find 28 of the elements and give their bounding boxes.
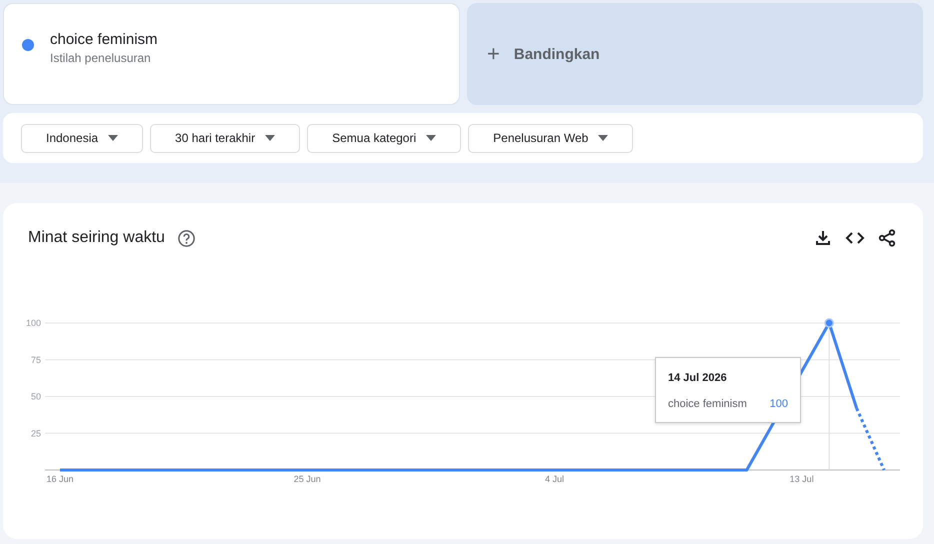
hover-point (824, 318, 834, 328)
compare-button[interactable]: + Bandingkan (467, 3, 923, 105)
filter-dropdown[interactable]: Semua kategori (307, 124, 462, 152)
y-tick-label: 25 (30, 428, 41, 438)
partial-data-line (855, 408, 886, 471)
x-tick-label: 16 Jun (46, 474, 74, 484)
search-term: choice feminism (50, 31, 158, 48)
tooltip-value: 100 (770, 398, 788, 410)
y-tick-label: 100 (26, 318, 41, 328)
caret-icon (598, 135, 608, 141)
search-term-subtitle: Istilah penelusuran (50, 51, 152, 65)
y-tick-label: 75 (30, 354, 41, 365)
filter-dropdown[interactable]: 30 hari terakhir (150, 124, 300, 152)
download-icon[interactable] (813, 228, 833, 248)
filter-dropdown[interactable]: Indonesia (21, 124, 144, 152)
x-tick-label: 25 Jun (294, 474, 321, 484)
caret-icon (426, 135, 436, 141)
filter-dropdown[interactable]: Penelusuran Web (468, 124, 634, 152)
caret-icon (108, 135, 118, 141)
caret-icon (265, 135, 276, 141)
tooltip-date: 14 Jul 2026 (668, 372, 728, 384)
tooltip-series: choice feminism (668, 398, 747, 410)
share-icon[interactable] (877, 228, 897, 248)
card-title: Minat seiring waktu (28, 229, 165, 247)
help-icon[interactable] (176, 228, 196, 248)
x-tick-label: 13 Jul (790, 474, 814, 484)
x-tick-label: 4 Jul (544, 474, 564, 484)
y-tick-label: 50 (30, 392, 41, 402)
